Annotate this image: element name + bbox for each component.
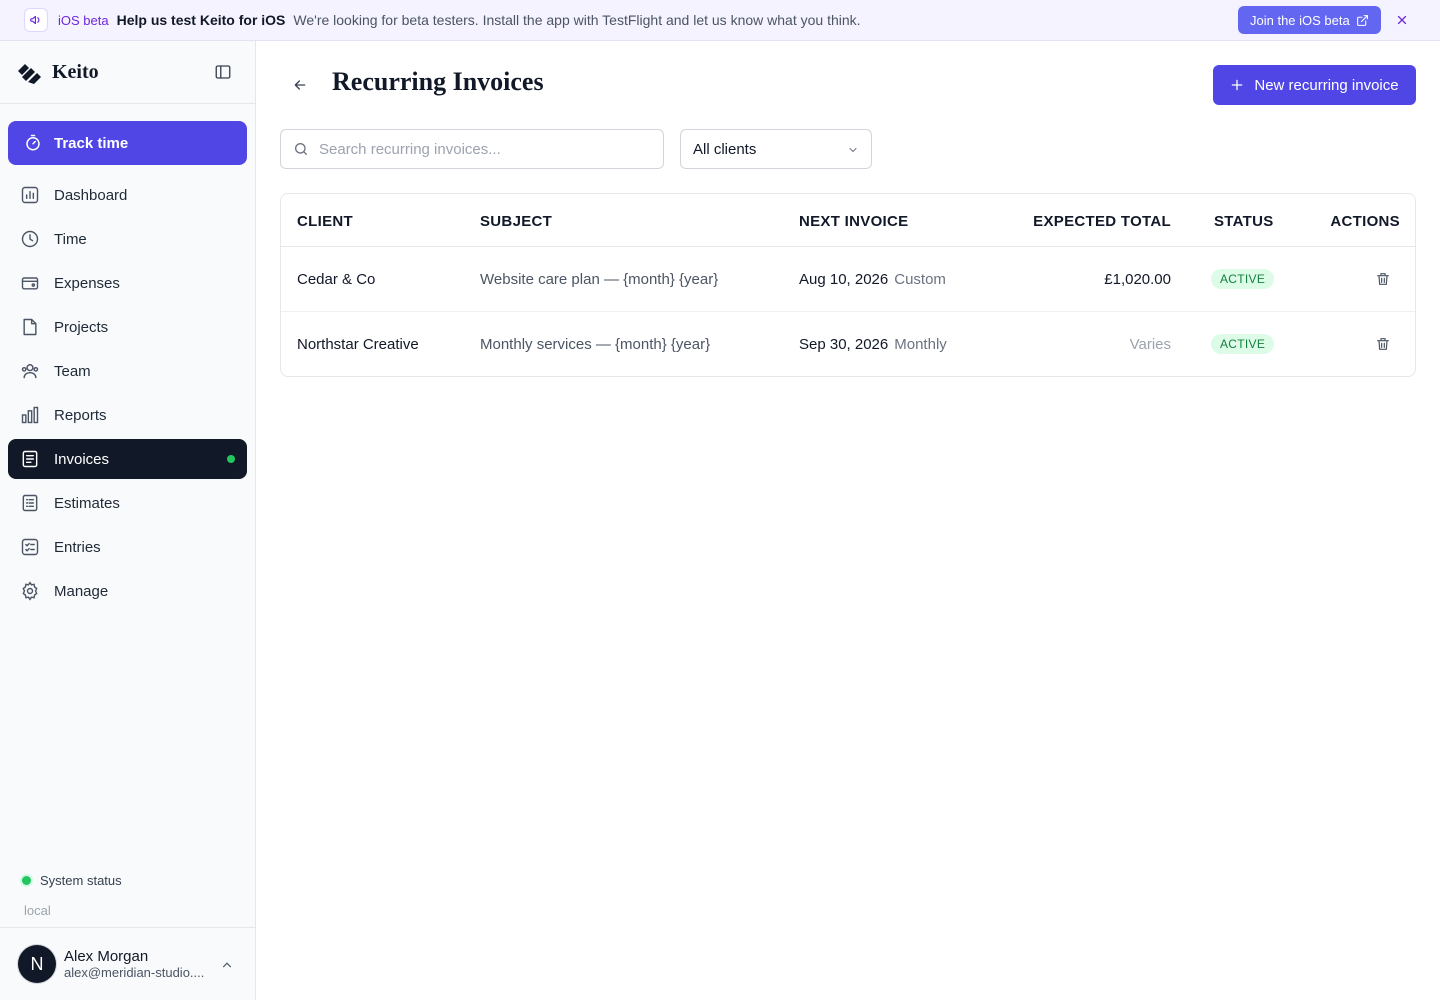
external-link-icon: [1356, 14, 1368, 26]
wallet-icon: [21, 277, 39, 290]
sidebar-item-estimates[interactable]: Estimates: [8, 483, 247, 523]
dashboard-icon: [21, 186, 39, 204]
frequency: Monthly: [894, 336, 947, 353]
stopwatch-icon: [26, 134, 40, 151]
header-expected-total[interactable]: EXPECTED TOTAL: [1033, 213, 1171, 230]
user-email: alex@meridian-studio....: [64, 965, 205, 980]
sidebar-item-label: Invoices: [54, 450, 110, 468]
table-row[interactable]: Cedar & Co Website care plan — {month} {…: [281, 247, 1415, 312]
search-input[interactable]: [319, 140, 649, 158]
search-field[interactable]: [280, 129, 664, 169]
sidebar-item-dashboard[interactable]: Dashboard: [8, 175, 247, 215]
keito-logo-icon: [18, 64, 41, 84]
sidebar-item-label: Time: [54, 230, 87, 248]
new-button-label: New recurring invoice: [1254, 76, 1399, 94]
frequency: Custom: [894, 271, 946, 288]
environment-label: local: [24, 903, 51, 918]
plus-icon: [1232, 79, 1243, 91]
sidebar-item-projects[interactable]: Projects: [8, 307, 247, 347]
new-recurring-invoice-button[interactable]: New recurring invoice: [1213, 65, 1416, 105]
active-indicator: [227, 455, 235, 463]
sidebar-item-label: Reports: [54, 406, 107, 424]
system-status[interactable]: System status: [22, 873, 122, 888]
beta-banner: iOS beta Help us test Keito for iOS We'r…: [0, 0, 1440, 41]
user-menu[interactable]: N Alex Morgan alex@meridian-studio....: [0, 927, 255, 1000]
header-next-invoice[interactable]: NEXT INVOICE: [799, 213, 908, 230]
back-arrow-icon[interactable]: [292, 77, 308, 93]
banner-headline: Help us test Keito for iOS: [116, 12, 286, 28]
sidebar-item-label: Projects: [54, 318, 109, 336]
user-info: Alex Morgan alex@meridian-studio....: [64, 948, 212, 980]
brand: Keito: [0, 41, 255, 104]
trash-icon[interactable]: [1375, 271, 1391, 287]
user-name: Alex Morgan: [64, 948, 149, 965]
row-subject: Website care plan — {month} {year}: [480, 271, 719, 288]
chevron-down-icon: [849, 148, 857, 153]
sidebar-item-team[interactable]: Team: [8, 351, 247, 391]
status-badge: ACTIVE: [1211, 269, 1275, 289]
folder-icon: [23, 318, 37, 336]
header-client[interactable]: CLIENT: [297, 213, 353, 230]
page-title: Recurring Invoices: [332, 67, 544, 96]
row-subject: Monthly services — {month} {year}: [480, 336, 711, 353]
sidebar-item-label: Entries: [54, 538, 101, 556]
banner-tag: iOS beta: [58, 12, 109, 28]
search-icon: [295, 143, 307, 155]
sidebar-nav: Dashboard Time Expenses Projects Team Re…: [8, 175, 247, 615]
sidebar-toggle-icon[interactable]: [214, 63, 232, 81]
clock-icon: [21, 230, 39, 248]
sidebar-item-label: Expenses: [54, 274, 120, 292]
bar-chart-icon: [21, 406, 39, 424]
sidebar-item-label: Team: [54, 362, 91, 380]
close-icon: [1397, 15, 1407, 25]
row-next-invoice: Aug 10, 2026 Custom: [799, 271, 946, 288]
table-row[interactable]: Northstar Creative Monthly services — {m…: [281, 312, 1415, 377]
join-beta-label: Join the iOS beta: [1250, 12, 1350, 28]
client-filter-value: All clients: [693, 140, 757, 158]
row-client[interactable]: Northstar Creative: [297, 336, 419, 353]
checklist-icon: [21, 538, 39, 556]
system-status-label: System status: [40, 873, 122, 888]
header-status[interactable]: STATUS: [1214, 213, 1274, 230]
next-date: Aug 10, 2026: [799, 271, 889, 288]
sidebar-item-invoices[interactable]: Invoices: [8, 439, 247, 479]
sidebar-item-label: Manage: [54, 582, 109, 600]
recurring-invoices-table: CLIENT SUBJECT NEXT INVOICE EXPECTED TOT…: [280, 193, 1416, 377]
invoice-icon: [22, 450, 38, 468]
header-actions: ACTIONS: [1330, 213, 1400, 230]
row-client[interactable]: Cedar & Co: [297, 271, 375, 288]
sidebar-item-entries[interactable]: Entries: [8, 527, 247, 567]
sidebar-item-manage[interactable]: Manage: [8, 571, 247, 611]
users-icon: [21, 364, 39, 379]
row-expected-total: Varies: [1129, 336, 1171, 353]
sidebar: Keito Track time Dashboard Time Expenses…: [0, 41, 256, 1000]
gear-icon: [22, 581, 38, 601]
header-subject[interactable]: SUBJECT: [480, 213, 552, 230]
app-name[interactable]: Keito: [52, 61, 99, 84]
chevron-up-icon: [222, 962, 232, 968]
banner-message: We're looking for beta testers. Install …: [293, 12, 861, 28]
client-filter-select[interactable]: All clients: [680, 129, 872, 169]
close-banner-button[interactable]: [1394, 12, 1410, 28]
sidebar-item-label: Dashboard: [54, 186, 128, 204]
megaphone-icon: [24, 8, 48, 32]
sidebar-item-expenses[interactable]: Expenses: [8, 263, 247, 303]
avatar: N: [18, 945, 56, 983]
status-badge: ACTIVE: [1211, 334, 1275, 354]
table-header: CLIENT SUBJECT NEXT INVOICE EXPECTED TOT…: [281, 194, 1415, 247]
sidebar-item-time[interactable]: Time: [8, 219, 247, 259]
status-dot: [22, 876, 31, 885]
list-icon: [22, 494, 38, 512]
row-next-invoice: Sep 30, 2026 Monthly: [799, 336, 947, 353]
sidebar-item-reports[interactable]: Reports: [8, 395, 247, 435]
next-date: Sep 30, 2026: [799, 336, 889, 353]
trash-icon[interactable]: [1375, 336, 1391, 352]
main-content: Recurring Invoices New recurring invoice…: [256, 41, 1440, 1000]
sidebar-item-label: Estimates: [54, 494, 120, 512]
join-beta-button[interactable]: Join the iOS beta: [1238, 6, 1381, 34]
row-expected-total: £1,020.00: [1104, 271, 1171, 288]
track-time-label: Track time: [54, 134, 129, 152]
track-time-button[interactable]: Track time: [8, 121, 247, 165]
